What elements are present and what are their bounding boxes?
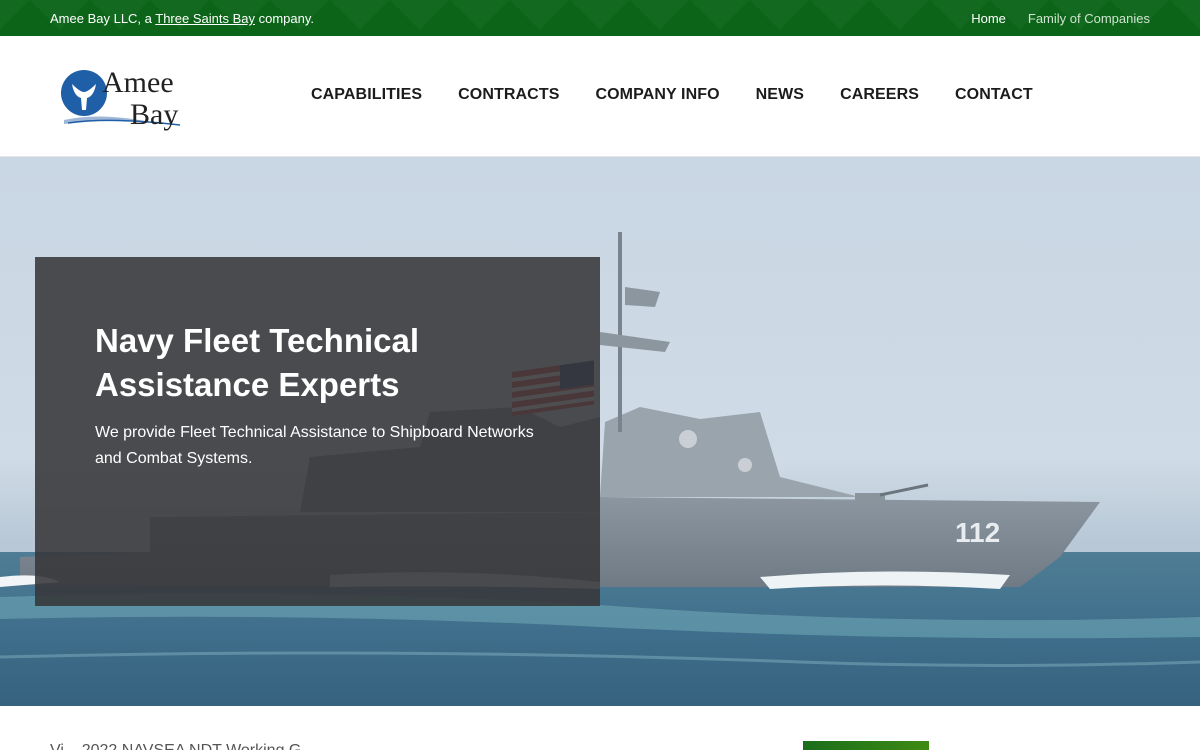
amee-bay-logo[interactable]: Amee Bay (60, 62, 190, 132)
whale-tail-logo-icon: Amee Bay (61, 66, 181, 131)
company-tagline: Amee Bay LLC, a Three Saints Bay company… (50, 11, 314, 26)
news-headline[interactable]: Vi... 2022 NAVSEA NDT Working G... (50, 742, 315, 750)
nav-contracts[interactable]: CONTRACTS (458, 86, 559, 104)
utility-nav-home[interactable]: Home (971, 11, 1006, 26)
hero-title: Navy Fleet Technical Assistance Experts (95, 322, 420, 403)
top-bar: Amee Bay LLC, a Three Saints Bay company… (0, 0, 1200, 36)
utility-nav-family-of-companies[interactable]: Family of Companies (1028, 11, 1150, 26)
tagline-suffix: company. (254, 11, 314, 26)
utility-nav: Home Family of Companies (971, 11, 1150, 26)
nav-careers[interactable]: CAREERS (840, 86, 919, 104)
hull-number-label: 112 (955, 517, 1000, 548)
hero-description: We provide Fleet Technical Assistance to… (95, 424, 534, 467)
main-nav: CAPABILITIES CONTRACTS COMPANY INFO NEWS… (311, 86, 1033, 104)
nav-contact[interactable]: CONTACT (955, 86, 1033, 104)
hero-text-panel: Navy Fleet Technical Assistance Experts … (35, 257, 600, 606)
site-header: Amee Bay CAPABILITIES CONTRACTS COMPANY … (0, 36, 1200, 157)
cta-button[interactable] (803, 741, 929, 750)
parent-company-link[interactable]: Three Saints Bay (155, 11, 255, 26)
tagline-prefix: Amee Bay LLC, a (50, 11, 156, 26)
hero-banner: 112 Navy Fleet Technical Assistance Expe… (0, 157, 1200, 706)
logo-text-bay: Bay (130, 98, 178, 131)
logo-text-amee: Amee (102, 66, 174, 99)
nav-company-info[interactable]: COMPANY INFO (595, 86, 719, 104)
nav-news[interactable]: NEWS (756, 86, 804, 104)
nav-capabilities[interactable]: CAPABILITIES (311, 86, 422, 104)
